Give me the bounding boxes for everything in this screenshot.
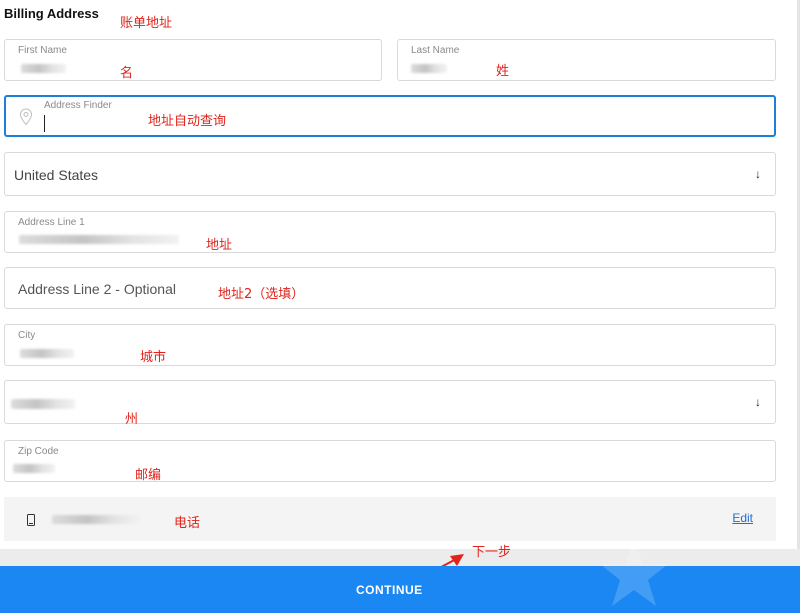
city-label: City	[18, 330, 36, 341]
annotation-address-line-2: 地址2（选填）	[218, 287, 305, 302]
annotation-next-step: 下一步	[472, 545, 512, 560]
state-select[interactable]: ↓	[4, 380, 776, 424]
zip-code-field[interactable]: Zip Code	[4, 440, 776, 482]
arrow-down-icon: ↓	[755, 395, 761, 409]
annotation-address-line-1: 地址	[206, 238, 233, 253]
annotation-billing-address: 账单地址	[120, 16, 173, 31]
zip-code-label: Zip Code	[18, 446, 59, 457]
last-name-label: Last Name	[411, 45, 460, 56]
arrow-down-icon: ↓	[755, 167, 761, 181]
last-name-field[interactable]: Last Name	[397, 39, 776, 81]
address-line-1-label: Address Line 1	[18, 217, 85, 228]
annotation-last-name: 姓	[496, 64, 510, 79]
country-selected-value: United States	[14, 167, 99, 183]
continue-button-label: CONTINUE	[356, 583, 423, 597]
first-name-label: First Name	[18, 45, 67, 56]
phone-redacted-value	[52, 515, 140, 524]
billing-address-title: Billing Address	[4, 6, 99, 21]
address-finder-label: Address Finder	[44, 100, 112, 111]
annotation-state: 州	[125, 412, 139, 427]
city-redacted-value	[20, 349, 74, 358]
first-name-redacted-value	[21, 64, 66, 73]
annotation-first-name: 名	[120, 66, 134, 81]
phone-row: Edit	[4, 497, 776, 541]
mobile-phone-icon	[27, 513, 35, 526]
address-line-2-input[interactable]: Address Line 2 - Optional	[4, 267, 776, 309]
annotation-address-finder: 地址自动查询	[148, 114, 227, 129]
annotation-zip-code: 邮编	[135, 468, 162, 483]
watermark-star-icon	[600, 540, 668, 606]
state-redacted-value	[11, 399, 75, 409]
address-finder-input[interactable]: Address Finder	[4, 95, 776, 137]
first-name-field[interactable]: First Name	[4, 39, 382, 81]
location-pin-icon	[19, 108, 33, 126]
zip-code-redacted-value	[13, 464, 55, 473]
annotation-phone: 电话	[174, 516, 201, 531]
last-name-redacted-value	[411, 64, 447, 73]
continue-button[interactable]: CONTINUE	[0, 566, 800, 613]
edit-phone-link[interactable]: Edit	[732, 511, 753, 525]
address-line-2-placeholder: Address Line 2 - Optional	[18, 281, 176, 297]
country-select[interactable]: United States ↓	[4, 152, 776, 196]
annotation-city: 城市	[140, 350, 167, 365]
address-line-1-field[interactable]: Address Line 1	[4, 211, 776, 253]
address-line-1-redacted-value	[19, 235, 179, 244]
city-field[interactable]: City	[4, 324, 776, 366]
text-caret	[44, 115, 45, 132]
